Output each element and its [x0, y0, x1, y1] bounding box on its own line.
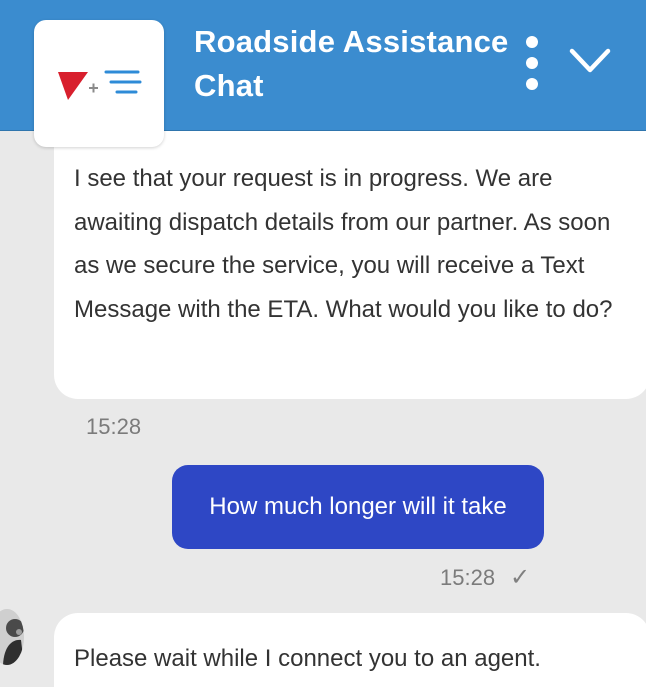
brand-logo-icon — [58, 70, 142, 100]
bot-message-text: I see that your request is in progress. … — [74, 165, 613, 323]
avatar-image-icon — [0, 609, 24, 665]
bot-message: I see that your request is in progress. … — [54, 131, 646, 399]
message-timestamp: 15:28 — [86, 414, 142, 439]
chat-title: Roadside Assistance Chat — [194, 24, 509, 103]
user-message: How much longer will it take — [172, 465, 544, 549]
message-list[interactable]: I see that your request is in progress. … — [0, 131, 646, 687]
checkmark-icon: ✓ — [510, 564, 531, 591]
avatar — [0, 609, 24, 665]
brand-logo — [34, 20, 164, 147]
bot-message: Please wait while I connect you to an ag… — [54, 613, 646, 687]
bot-message-text: Please wait while I connect you to an ag… — [74, 645, 541, 672]
chevron-down-icon — [569, 48, 611, 73]
collapse-button[interactable] — [565, 42, 615, 82]
chat-window: Roadside Assistance Chat I see that your… — [0, 0, 646, 687]
more-options-button[interactable] — [518, 36, 546, 90]
message-timestamp: 15:28 — [440, 565, 496, 590]
user-message-text: How much longer will it take — [209, 493, 507, 520]
more-vertical-icon — [526, 78, 538, 90]
more-vertical-icon — [526, 36, 538, 48]
more-vertical-icon — [526, 57, 538, 69]
